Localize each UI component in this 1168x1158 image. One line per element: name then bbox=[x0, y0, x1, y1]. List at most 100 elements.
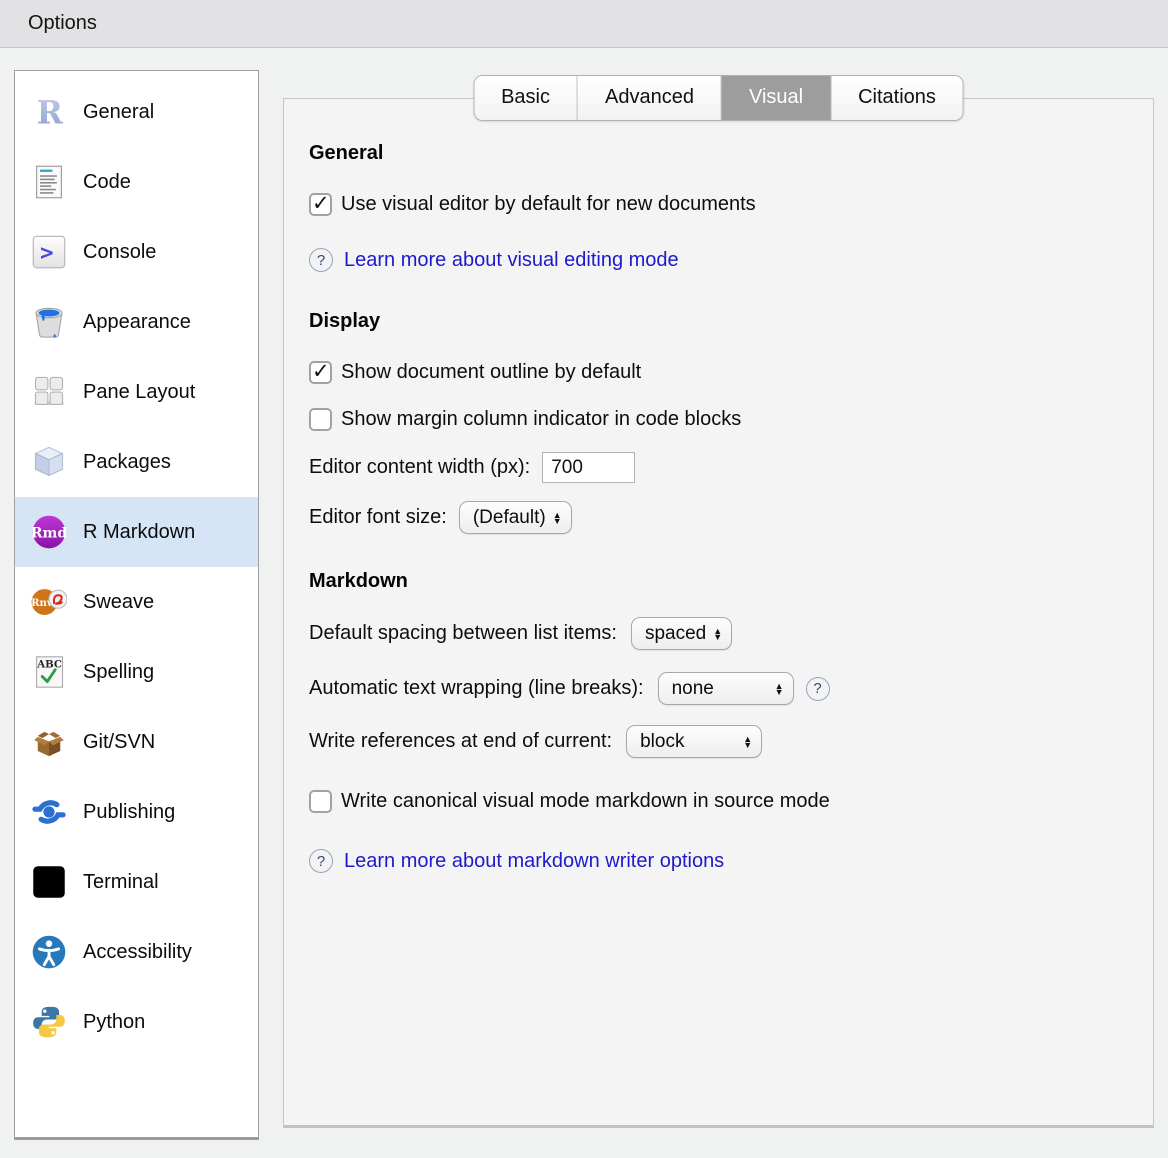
spelling-icon: ABC bbox=[31, 654, 67, 690]
sidebar-item-label: Code bbox=[83, 171, 131, 194]
window-title: Options bbox=[28, 12, 97, 35]
references-row: Write references at end of current: bloc… bbox=[309, 725, 1123, 758]
canonical-markdown-row: Write canonical visual mode markdown in … bbox=[309, 790, 1123, 813]
git-svn-box-icon bbox=[31, 724, 67, 760]
learn-more-markdown-writer-link[interactable]: Learn more about markdown writer options bbox=[344, 850, 724, 873]
list-spacing-label: Default spacing between list items: bbox=[309, 622, 617, 645]
canonical-markdown-checkbox[interactable] bbox=[309, 790, 332, 813]
select-arrows-icon: ▲▼ bbox=[775, 683, 784, 695]
select-arrows-icon: ▲▼ bbox=[553, 512, 562, 524]
tab-advanced[interactable]: Advanced bbox=[578, 76, 722, 120]
show-margin-label: Show margin column indicator in code blo… bbox=[341, 408, 741, 431]
sidebar-item-terminal[interactable]: Terminal bbox=[15, 847, 258, 917]
show-margin-checkbox[interactable] bbox=[309, 408, 332, 431]
sidebar-item-packages[interactable]: Packages bbox=[15, 427, 258, 497]
svg-text:ABC: ABC bbox=[36, 659, 62, 671]
show-outline-checkbox[interactable] bbox=[309, 361, 332, 384]
sidebar-item-label: General bbox=[83, 101, 154, 124]
select-arrows-icon: ▲▼ bbox=[743, 736, 752, 748]
r-logo-icon: R bbox=[31, 94, 67, 130]
editor-font-size-select[interactable]: (Default) ▲▼ bbox=[459, 501, 572, 534]
text-wrapping-select[interactable]: none ▲▼ bbox=[658, 672, 794, 705]
sidebar-item-label: Accessibility bbox=[83, 941, 192, 964]
help-icon[interactable]: ? bbox=[309, 849, 333, 873]
sidebar-item-general[interactable]: R General bbox=[15, 77, 258, 147]
tab-basic[interactable]: Basic bbox=[474, 76, 578, 120]
visual-settings-panel: General Use visual editor by default for… bbox=[283, 98, 1154, 1128]
sidebar-item-label: Pane Layout bbox=[83, 381, 195, 404]
sidebar-item-label: Python bbox=[83, 1011, 145, 1034]
sidebar-item-label: Appearance bbox=[83, 311, 191, 334]
editor-width-input[interactable] bbox=[542, 452, 635, 483]
sidebar-item-label: R Markdown bbox=[83, 521, 195, 544]
sidebar-item-appearance[interactable]: Appearance bbox=[15, 287, 258, 357]
sidebar-item-sweave[interactable]: Rnw Sweave bbox=[15, 567, 258, 637]
sidebar-item-label: Packages bbox=[83, 451, 171, 474]
section-heading-markdown: Markdown bbox=[309, 570, 1123, 593]
rmarkdown-icon: Rmd bbox=[31, 514, 67, 550]
svg-text:R: R bbox=[37, 94, 64, 130]
learn-more-visual-editing-link[interactable]: Learn more about visual editing mode bbox=[344, 249, 679, 272]
sidebar-item-publishing[interactable]: Publishing bbox=[15, 777, 258, 847]
sidebar-item-r-markdown[interactable]: Rmd R Markdown bbox=[15, 497, 258, 567]
sidebar-item-python[interactable]: Python bbox=[15, 987, 258, 1057]
package-box-icon bbox=[31, 444, 67, 480]
rmarkdown-tab-bar: Basic Advanced Visual Citations bbox=[473, 75, 964, 121]
sidebar-item-label: Console bbox=[83, 241, 156, 264]
references-value: block bbox=[640, 731, 684, 753]
options-category-sidebar: R General Code bbox=[14, 70, 259, 1140]
show-outline-row: Show document outline by default bbox=[309, 361, 1123, 384]
use-visual-editor-label: Use visual editor by default for new doc… bbox=[341, 193, 756, 216]
svg-text:>: > bbox=[40, 240, 54, 266]
visual-editing-help-row: ? Learn more about visual editing mode bbox=[309, 248, 1123, 272]
svg-text:Rmd: Rmd bbox=[31, 526, 67, 542]
window-title-bar: Options bbox=[0, 0, 1168, 48]
terminal-icon bbox=[31, 864, 67, 900]
sidebar-item-console[interactable]: > Console bbox=[15, 217, 258, 287]
list-spacing-value: spaced bbox=[645, 623, 706, 645]
help-icon[interactable]: ? bbox=[309, 248, 333, 272]
markdown-writer-help-row: ? Learn more about markdown writer optio… bbox=[309, 849, 1123, 873]
publishing-icon bbox=[31, 794, 67, 830]
sidebar-item-code[interactable]: Code bbox=[15, 147, 258, 217]
sidebar-item-pane-layout[interactable]: Pane Layout bbox=[15, 357, 258, 427]
sidebar-item-label: Publishing bbox=[83, 801, 175, 824]
editor-font-size-row: Editor font size: (Default) ▲▼ bbox=[309, 501, 1123, 534]
pane-layout-icon bbox=[31, 374, 67, 410]
text-wrapping-label: Automatic text wrapping (line breaks): bbox=[309, 677, 644, 700]
sidebar-item-spelling[interactable]: ABC Spelling bbox=[15, 637, 258, 707]
sweave-icon: Rnw bbox=[31, 584, 67, 620]
select-arrows-icon: ▲▼ bbox=[713, 628, 722, 640]
accessibility-icon bbox=[31, 934, 67, 970]
references-label: Write references at end of current: bbox=[309, 730, 612, 753]
section-heading-general: General bbox=[309, 142, 1123, 165]
text-wrapping-value: none bbox=[672, 678, 714, 700]
code-document-icon bbox=[31, 164, 67, 200]
show-outline-label: Show document outline by default bbox=[341, 361, 641, 384]
list-spacing-select[interactable]: spaced ▲▼ bbox=[631, 617, 732, 650]
list-spacing-row: Default spacing between list items: spac… bbox=[309, 617, 1123, 650]
sidebar-item-label: Terminal bbox=[83, 871, 159, 894]
text-wrapping-help-icon[interactable]: ? bbox=[806, 677, 830, 701]
sidebar-item-label: Sweave bbox=[83, 591, 154, 614]
show-margin-row: Show margin column indicator in code blo… bbox=[309, 408, 1123, 431]
editor-font-size-label: Editor font size: bbox=[309, 506, 447, 529]
editor-width-row: Editor content width (px): bbox=[309, 452, 1123, 483]
console-icon: > bbox=[31, 234, 67, 270]
editor-font-size-value: (Default) bbox=[473, 507, 546, 529]
section-heading-display: Display bbox=[309, 310, 1123, 333]
python-icon bbox=[31, 1004, 67, 1040]
text-wrapping-row: Automatic text wrapping (line breaks): n… bbox=[309, 672, 1123, 705]
tab-citations[interactable]: Citations bbox=[831, 76, 963, 120]
use-visual-editor-row: Use visual editor by default for new doc… bbox=[309, 193, 1123, 216]
sidebar-item-accessibility[interactable]: Accessibility bbox=[15, 917, 258, 987]
sidebar-item-label: Git/SVN bbox=[83, 731, 155, 754]
sidebar-item-git-svn[interactable]: Git/SVN bbox=[15, 707, 258, 777]
tab-visual[interactable]: Visual bbox=[722, 76, 831, 120]
editor-width-label: Editor content width (px): bbox=[309, 456, 530, 479]
paint-bucket-icon bbox=[31, 304, 67, 340]
canonical-markdown-label: Write canonical visual mode markdown in … bbox=[341, 790, 830, 813]
references-select[interactable]: block ▲▼ bbox=[626, 725, 762, 758]
use-visual-editor-checkbox[interactable] bbox=[309, 193, 332, 216]
sidebar-item-label: Spelling bbox=[83, 661, 154, 684]
